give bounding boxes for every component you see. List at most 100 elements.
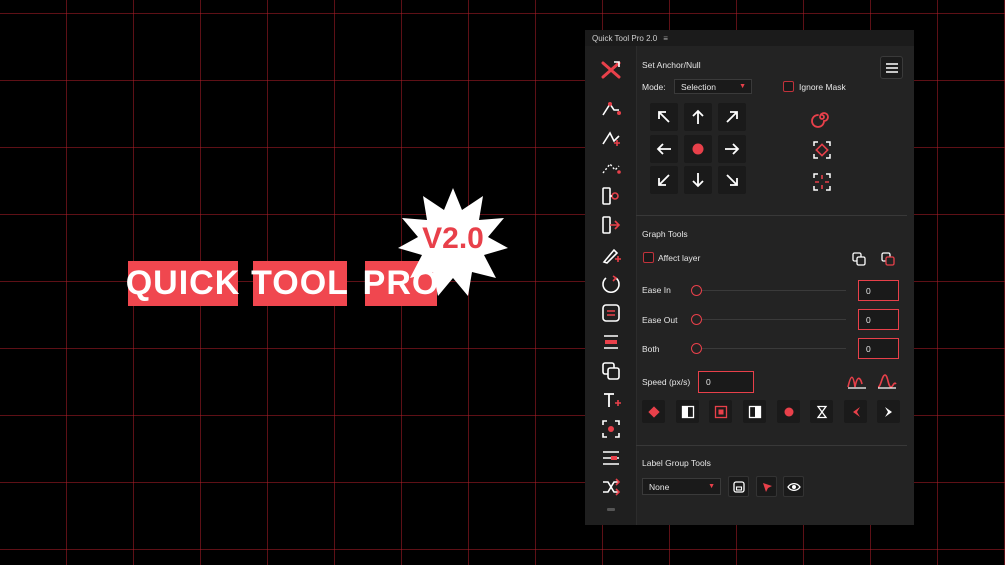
both-input[interactable]: 0 (858, 338, 899, 359)
ease-in-slider-track[interactable] (696, 290, 846, 291)
hamburger-menu-button[interactable] (880, 56, 903, 79)
keyframe-linear-button[interactable] (642, 400, 665, 423)
ignore-mask-label: Ignore Mask (799, 82, 846, 92)
anchor-target-icon[interactable] (811, 139, 833, 161)
both-slider-track[interactable] (696, 348, 846, 349)
hero-word-quick: QUICK (126, 261, 239, 306)
ease-in-slider-knob[interactable] (691, 285, 702, 296)
keyframe-roving-button[interactable] (810, 400, 833, 423)
hourglass-icon (816, 405, 827, 418)
mode-select-value: Selection (681, 81, 716, 92)
arrow-up-icon (692, 109, 704, 124)
ease-in-label: Ease In (642, 285, 671, 295)
anchor-section-title: Set Anchor/Null (642, 60, 701, 70)
anchor-top-right-button[interactable] (718, 103, 746, 131)
chevron-down-icon: ▼ (708, 483, 715, 490)
focus-icon[interactable] (600, 418, 622, 440)
toggle-visibility-button[interactable] (783, 476, 804, 497)
diamond-icon (647, 405, 660, 418)
save-label-button[interactable] (728, 476, 749, 497)
rotate-icon[interactable] (600, 273, 622, 295)
both-slider-knob[interactable] (691, 343, 702, 354)
speed-label: Speed (px/s) (642, 377, 691, 387)
toolbar-scroll-indicator[interactable] (607, 508, 615, 511)
null-object-icon[interactable] (811, 171, 833, 193)
label-group-select[interactable]: None ▼ (642, 478, 721, 495)
duplicate-icon[interactable] (600, 360, 622, 382)
anchor-bottom-right-button[interactable] (718, 166, 746, 194)
version-badge-text: V2.0 (422, 222, 484, 255)
anchor-center-button[interactable] (684, 135, 712, 163)
copy-keys-button[interactable] (848, 248, 869, 269)
quick-tool-panel: Quick Tool Pro 2.0 ≡ Set Anchor/Null Mod… (585, 30, 914, 525)
mode-label: Mode: (642, 82, 666, 92)
label-group-select-value: None (649, 481, 670, 492)
keyframe-hold-button[interactable] (709, 400, 732, 423)
ease-in-input[interactable]: 0 (858, 280, 899, 301)
export-icon[interactable] (600, 214, 622, 236)
path-edit-icon[interactable] (600, 127, 622, 149)
anchor-bottom-button[interactable] (684, 166, 712, 194)
shuffle-icon[interactable] (600, 476, 622, 498)
graph-section-title: Graph Tools (642, 229, 688, 239)
speed-input[interactable]: 0 (698, 371, 754, 393)
ease-out-slider-track[interactable] (696, 319, 846, 320)
panel-menu-icon[interactable]: ≡ (663, 34, 668, 43)
ease-curve-icon[interactable] (846, 372, 868, 390)
ignore-mask-checkbox[interactable] (783, 81, 794, 92)
half-square-left-icon (681, 405, 694, 418)
square-target-icon (714, 405, 727, 418)
keyframe-ease-out-button[interactable] (743, 400, 766, 423)
pen-add-icon[interactable] (600, 244, 622, 266)
paste-keys-button[interactable] (877, 248, 898, 269)
link-icon[interactable] (600, 185, 622, 207)
anchor-top-button[interactable] (684, 103, 712, 131)
arrow-up-right-icon (726, 111, 738, 123)
text-align-icon[interactable] (600, 302, 622, 324)
left-toolbar (585, 46, 637, 525)
keyframe-prev-button[interactable] (844, 400, 867, 423)
ease-out-label: Ease Out (642, 315, 678, 325)
mode-select[interactable]: Selection ▼ (674, 79, 752, 94)
cursor-icon (762, 482, 772, 492)
anchor-right-button[interactable] (718, 135, 746, 163)
anchor-left-button[interactable] (650, 135, 678, 163)
keyframe-auto-bezier-button[interactable] (777, 400, 800, 423)
distribute-icon[interactable] (600, 331, 622, 353)
align-icon[interactable] (600, 447, 622, 469)
anchor-top-left-button[interactable] (650, 103, 678, 131)
ease-out-slider-knob[interactable] (691, 314, 702, 325)
both-label: Both (642, 344, 660, 354)
chevron-down-icon: ▼ (739, 83, 746, 90)
arrow-up-left-icon (658, 111, 670, 123)
arrow-down-icon (692, 173, 704, 188)
spiral-icon[interactable] (811, 106, 833, 128)
copy-icon (851, 251, 866, 266)
arrow-down-left-icon (658, 174, 670, 186)
hero-word-tool: TOOL (251, 261, 348, 306)
close-x-icon[interactable] (600, 59, 622, 81)
hamburger-icon (885, 62, 898, 73)
keyframe-ease-in-button[interactable] (676, 400, 699, 423)
arrow-in-right-icon (884, 406, 892, 417)
path-tool-icon[interactable] (600, 98, 622, 120)
ease-out-input[interactable]: 0 (858, 309, 899, 330)
keyframe-next-button[interactable] (877, 400, 900, 423)
affect-layer-checkbox[interactable] (643, 252, 654, 263)
panel-titlebar: Quick Tool Pro 2.0 ≡ (585, 30, 914, 46)
affect-layer-label: Affect layer (658, 253, 701, 263)
path-dots-icon[interactable] (600, 156, 622, 178)
half-square-right-icon (748, 405, 761, 418)
select-label-button[interactable] (756, 476, 777, 497)
save-icon (732, 480, 745, 493)
paste-icon (880, 251, 895, 266)
anchor-bottom-left-button[interactable] (650, 166, 678, 194)
label-section-title: Label Group Tools (642, 458, 711, 468)
arrow-left-icon (656, 143, 671, 155)
arrow-in-left-icon (852, 406, 860, 417)
text-tool-icon[interactable] (600, 389, 622, 411)
bounce-curve-icon[interactable] (876, 372, 898, 390)
circle-icon (784, 407, 793, 416)
panel-title: Quick Tool Pro 2.0 (592, 33, 658, 43)
section-divider (636, 445, 907, 446)
